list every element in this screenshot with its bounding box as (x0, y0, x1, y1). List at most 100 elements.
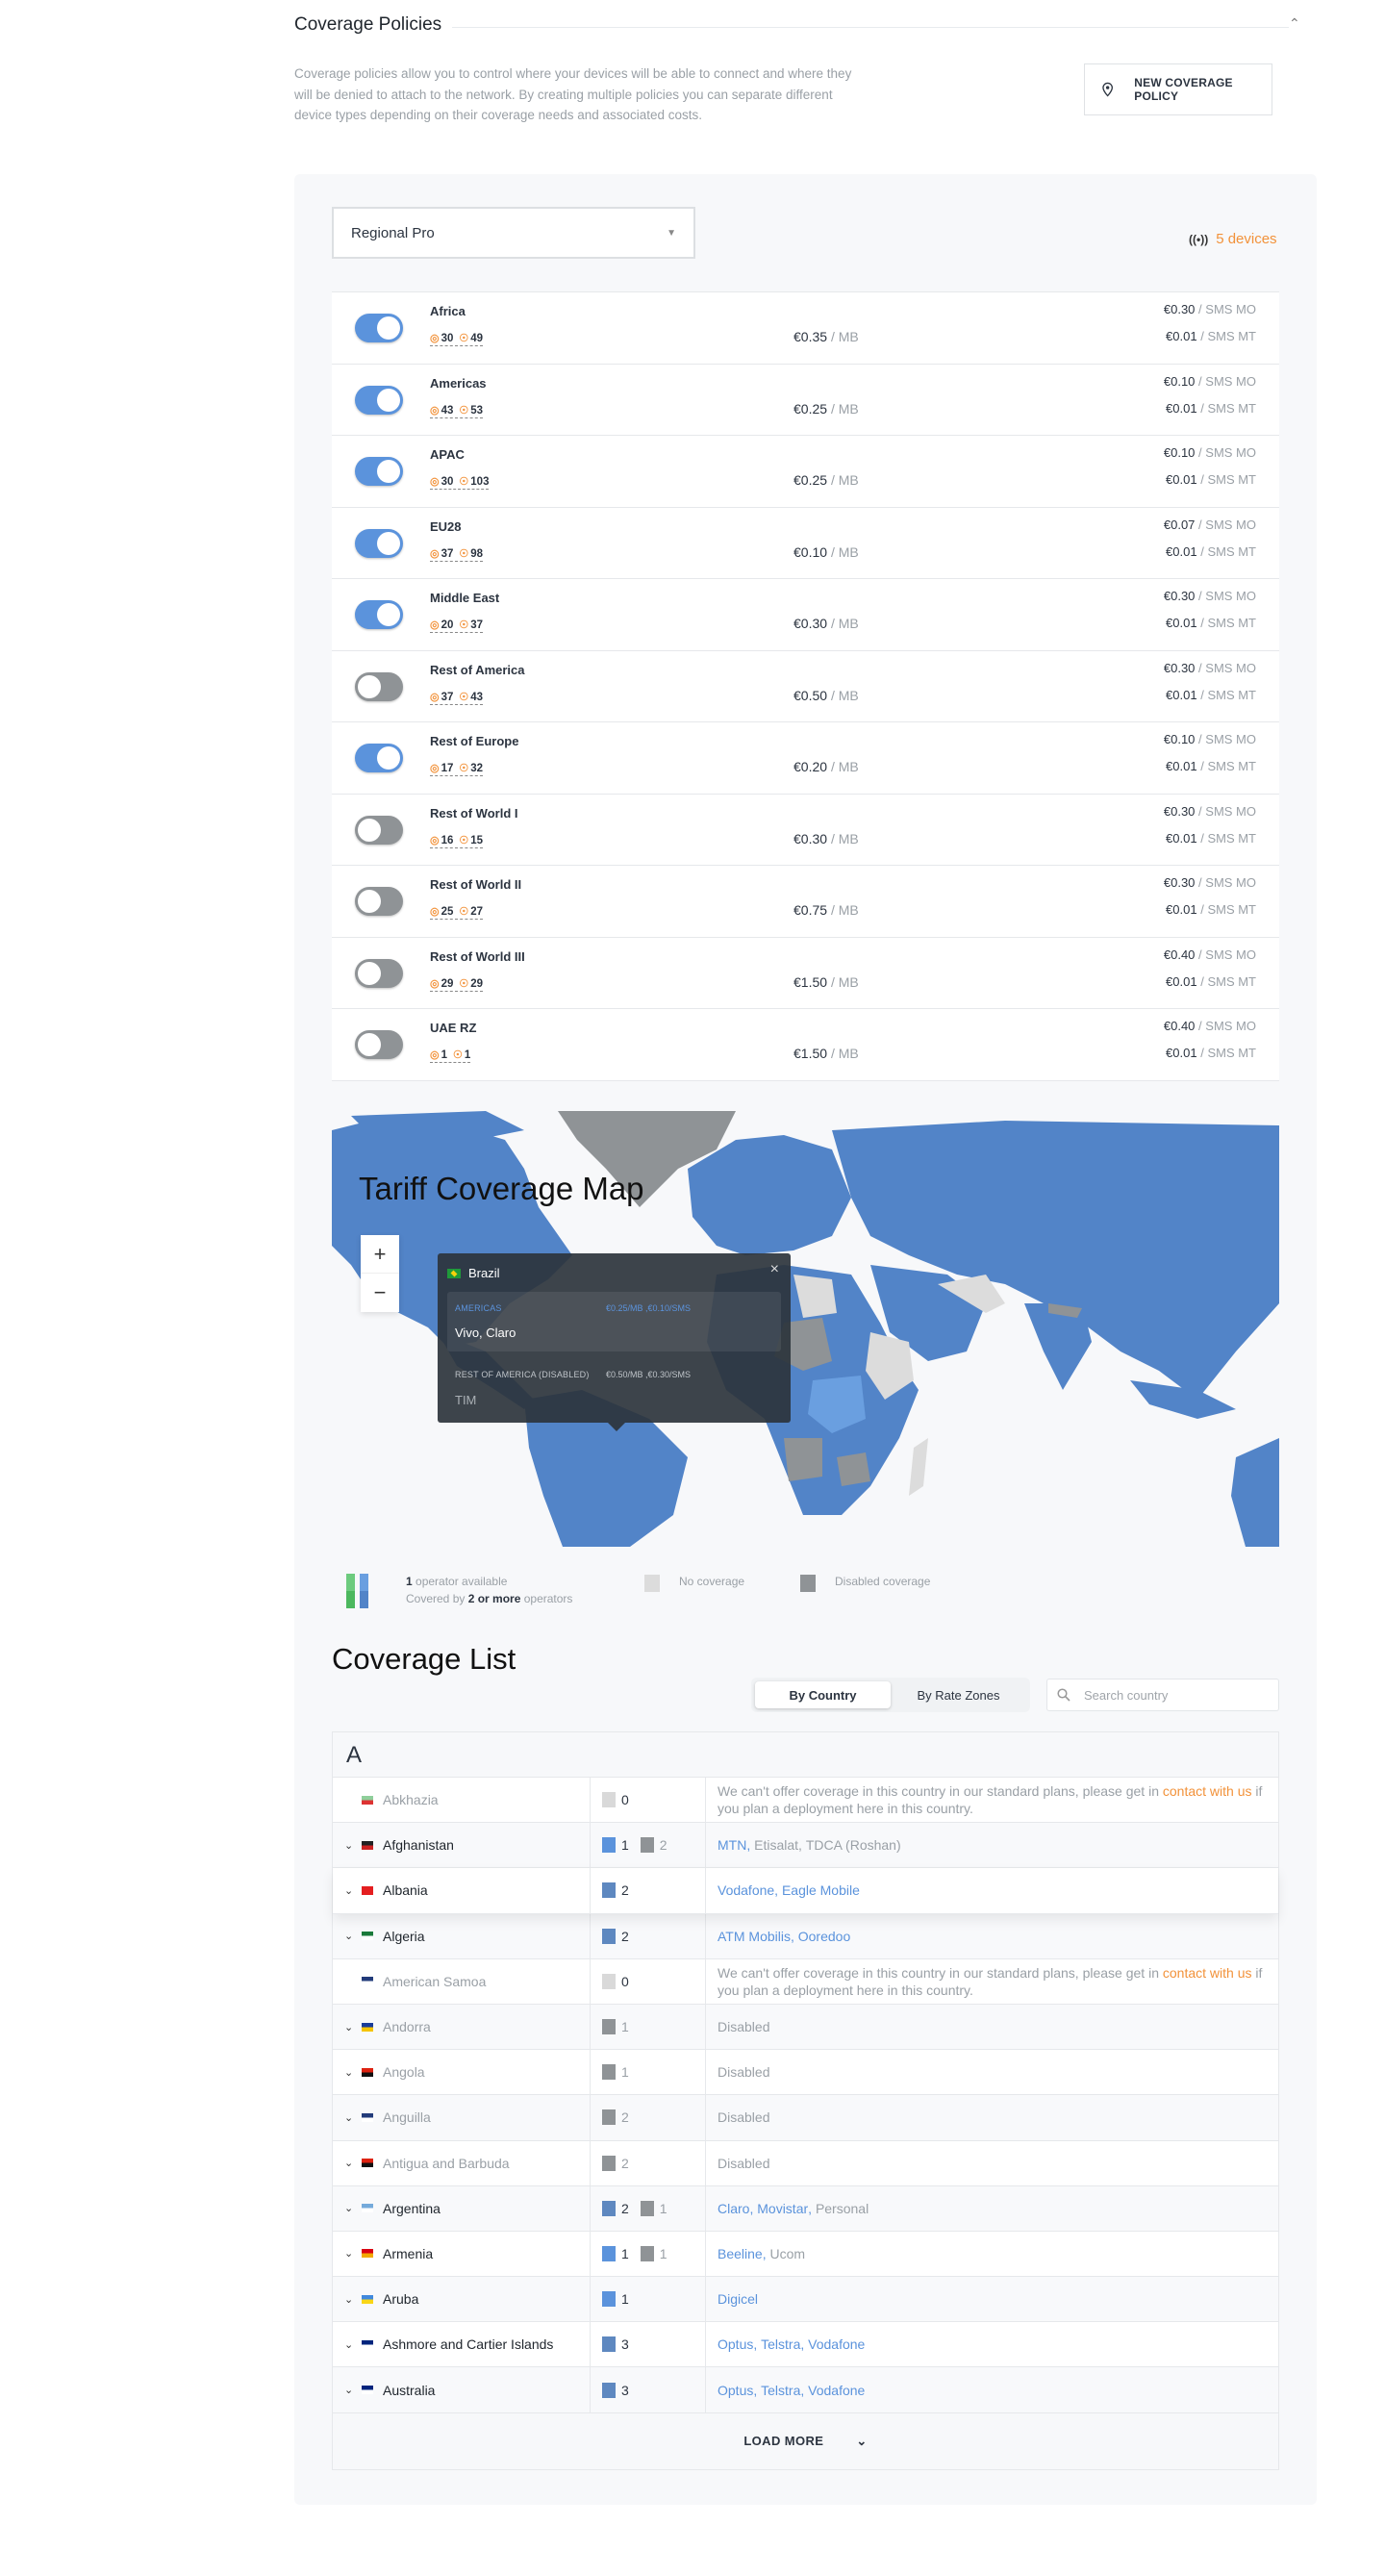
zone-name: EU28 (430, 518, 462, 534)
disabled-status: Disabled (718, 2019, 770, 2035)
zone-toggle[interactable] (355, 958, 403, 988)
operator-count: 2 (621, 2200, 629, 2216)
close-icon[interactable]: × (770, 1261, 779, 1278)
country-flag-icon (362, 2022, 373, 2032)
tooltip-zone-operators: TIM (455, 1393, 477, 1407)
chevron-down-icon[interactable]: ⌄ (344, 2384, 362, 2396)
chevron-down-icon[interactable]: ⌄ (344, 1930, 362, 1942)
zone-name: Middle East (430, 591, 500, 605)
table-row[interactable]: ⌄ Andorra 1 Disabled (333, 2004, 1278, 2051)
country-flag-icon (362, 2339, 373, 2349)
rate-zone-row: Rest of World III ◎ 29 ☉ 29 €1.50 / MB €0.… (332, 938, 1279, 1009)
tab-by-rate-zones[interactable]: By Rate Zones (891, 1681, 1026, 1708)
chevron-down-icon[interactable]: ⌄ (344, 2202, 362, 2214)
table-row[interactable]: ⌄ Albania 2 Vodafone, Eagle Mobile (333, 1868, 1278, 1914)
zone-coverage-counts[interactable]: ◎ 37 ☉ 98 (430, 547, 484, 562)
chevron-down-icon[interactable]: ⌄ (344, 2021, 362, 2033)
operator-count-cell: 11 (591, 2231, 706, 2277)
chevron-down-icon[interactable]: ⌄ (344, 1884, 362, 1897)
antenna-icon: ☉ (459, 691, 469, 703)
table-row[interactable]: ⌄ Afghanistan 12 MTN, Etisalat, TDCA (Ro… (333, 1823, 1278, 1869)
operator-count: 27 (470, 906, 484, 918)
zone-sms-mo-price: €0.30 / SMS MO (1163, 660, 1256, 675)
contact-us-link[interactable]: contact with us (1163, 1783, 1252, 1799)
tab-by-country[interactable]: By Country (755, 1681, 891, 1708)
zone-coverage-counts[interactable]: ◎ 25 ☉ 27 (430, 905, 484, 920)
chevron-down-icon[interactable]: ⌄ (344, 2338, 362, 2351)
zone-coverage-counts[interactable]: ◎ 30 ☉ 103 (430, 475, 490, 490)
search-country-input[interactable] (1084, 1687, 1257, 1703)
zone-coverage-counts[interactable]: ◎ 17 ☉ 32 (430, 762, 484, 776)
zone-toggle[interactable] (355, 887, 403, 916)
chevron-down-icon[interactable]: ⌄ (344, 2293, 362, 2306)
zone-toggle[interactable] (355, 528, 403, 558)
table-row[interactable]: ⌄ Algeria 2 ATM Mobilis, Ooredoo (333, 1913, 1278, 1959)
zone-toggle[interactable] (355, 815, 403, 845)
zoom-in-button[interactable]: + (361, 1235, 399, 1274)
map-title: Tariff Coverage Map (359, 1171, 644, 1206)
map-pin-icon (1102, 82, 1113, 97)
zone-name: Rest of World III (430, 948, 525, 964)
new-coverage-policy-button[interactable]: NEW COVERAGE POLICY (1084, 63, 1272, 115)
country-count: 30 (441, 476, 454, 488)
table-row[interactable]: ⌄ Argentina 21 Claro, Movistar, Personal (333, 2185, 1278, 2232)
country-count: 29 (441, 977, 454, 990)
table-row[interactable]: ⌄ Armenia 11 Beeline, Ucom (333, 2231, 1278, 2278)
country-count: 1 (441, 1049, 448, 1061)
globe-icon: ◎ (430, 691, 440, 703)
brazil-flag-icon (447, 1268, 461, 1278)
operator-count: 0 (621, 1792, 629, 1808)
table-row[interactable]: ⌄ Anguilla 2 Disabled (333, 2095, 1278, 2141)
chevron-down-icon[interactable]: ⌄ (344, 2066, 362, 2079)
zoom-out-button[interactable]: − (361, 1274, 399, 1312)
chevron-down-icon[interactable]: ⌄ (344, 1839, 362, 1852)
zone-toggle[interactable] (355, 314, 403, 342)
zone-data-price: €0.30 / MB (793, 830, 859, 846)
legend-no-coverage: No coverage (679, 1575, 745, 1588)
country-cell: Abkhazia (333, 1778, 591, 1823)
policy-select[interactable]: Regional Pro ▼ (332, 207, 695, 259)
chevron-down-icon[interactable]: ⌄ (344, 2157, 362, 2169)
zone-coverage-counts[interactable]: ◎ 1 ☉ 1 (430, 1048, 471, 1063)
operator-count: 49 (470, 333, 484, 344)
table-row[interactable]: ⌄ Ashmore and Cartier Islands 3 Optus, T… (333, 2322, 1278, 2368)
zone-toggle[interactable] (355, 744, 403, 772)
operator-count-cell: 3 (591, 2322, 706, 2367)
operator-count-swatch (602, 1882, 616, 1899)
operators-cell: Disabled (706, 2050, 1278, 2094)
table-row[interactable]: ⌄ Aruba 1 Digicel (333, 2277, 1278, 2323)
chevron-down-icon[interactable]: ⌄ (344, 2111, 362, 2124)
country-name: Anguilla (383, 2109, 431, 2126)
operator-name: Personal (815, 2200, 869, 2216)
contact-us-link[interactable]: contact with us (1163, 1965, 1252, 1981)
zone-toggle[interactable] (355, 671, 403, 701)
zone-sms-mo-price: €0.10 / SMS MO (1163, 732, 1256, 746)
zone-coverage-counts[interactable]: ◎ 20 ☉ 37 (430, 619, 484, 633)
table-row[interactable]: ⌄ Antigua and Barbuda 2 Disabled (333, 2140, 1278, 2186)
chevron-down-icon[interactable]: ⌄ (344, 2247, 362, 2260)
load-more-button[interactable]: LOAD MORE ⌄ (333, 2412, 1278, 2469)
zone-coverage-counts[interactable]: ◎ 16 ☉ 15 (430, 834, 484, 848)
country-name: American Samoa (383, 1973, 487, 1989)
operator-count-cell: 3 (591, 2367, 706, 2412)
table-row[interactable]: ⌄ Angola 1 Disabled (333, 2050, 1278, 2096)
antenna-icon: ☉ (459, 476, 469, 488)
zone-coverage-counts[interactable]: ◎ 29 ☉ 29 (430, 977, 484, 992)
zone-toggle[interactable] (355, 1030, 403, 1059)
legend-multi-operator: Covered by 2 or more operators (406, 1592, 573, 1605)
chevron-up-icon[interactable]: ⌃ (1289, 15, 1300, 32)
operator-count: 37 (470, 619, 484, 631)
zone-coverage-counts[interactable]: ◎ 30 ☉ 49 (430, 332, 484, 346)
country-cell: ⌄ Antigua and Barbuda (333, 2140, 591, 2185)
country-count: 37 (441, 547, 454, 560)
zone-toggle[interactable] (355, 457, 403, 486)
table-row[interactable]: ⌄ Australia 3 Optus, Telstra, Vodafone (333, 2367, 1278, 2413)
zone-toggle[interactable] (355, 600, 403, 629)
zone-sms-mt-price: €0.01 / SMS MT (1166, 329, 1256, 343)
zone-coverage-counts[interactable]: ◎ 37 ☉ 43 (430, 691, 484, 705)
operator-name: Vodafone (718, 1882, 775, 1899)
zone-toggle[interactable] (355, 385, 403, 415)
globe-icon: ◎ (430, 977, 440, 990)
devices-link[interactable]: ((•)) 5 devices (1189, 231, 1277, 247)
zone-coverage-counts[interactable]: ◎ 43 ☉ 53 (430, 404, 484, 418)
